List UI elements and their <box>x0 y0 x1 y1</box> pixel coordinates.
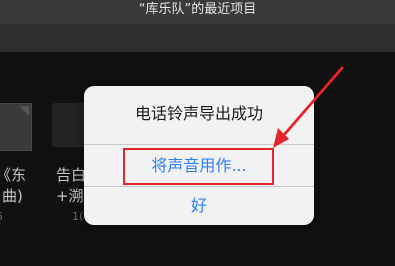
header-band <box>0 24 395 52</box>
screen: “库乐队”的最近项目 《东 曲) 5 告白 +溯 1( 电话铃声导出成功 将声音… <box>0 0 395 266</box>
alert-title: 电话铃声导出成功 <box>134 104 263 123</box>
project-title-line-1: 告白 <box>56 166 87 184</box>
project-title-line-2: +溯 <box>56 187 84 205</box>
project-meta: 5 <box>0 210 3 223</box>
page-title: “库乐队”的最近项目 <box>138 2 257 17</box>
project-title-line-1: 《东 <box>0 166 27 184</box>
navigation-bar: “库乐队”的最近项目 <box>0 0 395 24</box>
project-thumbnail[interactable] <box>0 103 32 151</box>
project-meta: 1( <box>72 210 84 223</box>
highlight-box <box>123 148 274 185</box>
project-title-line-2: 曲) <box>2 187 23 205</box>
project-thumbnail[interactable] <box>52 103 88 147</box>
ok-button[interactable]: 好 <box>84 187 314 225</box>
